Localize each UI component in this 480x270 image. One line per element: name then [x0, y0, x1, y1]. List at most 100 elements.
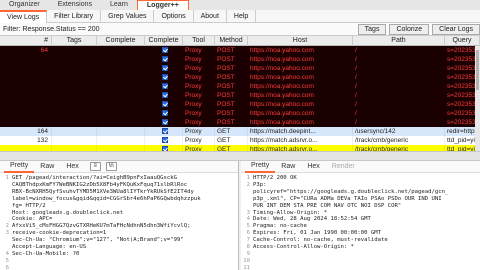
line-number: 5: [246, 223, 250, 230]
table-row[interactable]: Proxy POST https://noa.yahoo.com / s=2023538…: [0, 100, 480, 109]
table-row[interactable]: Proxy POST https://noa.yahoo.com / s=2023538…: [0, 64, 480, 73]
colorize-button[interactable]: Colorize: [389, 23, 430, 35]
request-tab-hex[interactable]: Hex: [60, 161, 84, 173]
column-header-query[interactable]: Query: [445, 36, 480, 46]
tab-about[interactable]: About: [194, 10, 227, 23]
table-row[interactable]: Proxy POST https://noa.yahoo.com / s=2023538…: [0, 82, 480, 91]
row-complete-check: [145, 82, 183, 91]
tab-options[interactable]: Options: [154, 10, 194, 23]
tab-extensions[interactable]: Extensions: [49, 0, 101, 10]
code-line: Timing-Allow-Origin: *: [253, 209, 328, 216]
column-header-number[interactable]: #: [0, 36, 52, 46]
pane-splitter[interactable]: [0, 151, 480, 161]
line-number: 3: [246, 209, 250, 216]
request-tab-bar: Pretty Raw Hex ≡ \n: [0, 161, 238, 173]
line-number: 5: [5, 257, 9, 264]
filter-input[interactable]: Filter: Response.Status == 200: [0, 26, 355, 33]
response-tab-render[interactable]: Render: [326, 161, 361, 173]
complete-checkbox[interactable]: [161, 101, 168, 107]
newline-toggle-icon[interactable]: \n: [105, 162, 117, 171]
row-tool: Proxy: [183, 118, 215, 127]
complete-checkbox[interactable]: [161, 128, 168, 134]
column-header-method[interactable]: Method: [215, 36, 248, 46]
complete-checkbox[interactable]: [161, 83, 168, 89]
request-line-numbers: 1 23 456: [0, 175, 12, 270]
list-icon[interactable]: ≡: [89, 162, 101, 171]
tab-learn[interactable]: Learn: [101, 0, 137, 10]
response-editor[interactable]: 12 3 4 5 6 7 8 9 10 11 HTTP/2 200 OK P3p: policyre…: [241, 173, 480, 270]
table-row[interactable]: Proxy POST https://noa.yahoo.com / s=2023538…: [0, 118, 480, 127]
table-scrollbar[interactable]: [475, 46, 480, 151]
code-line: Sec-Ch-Ua: "Chromium";v="127", "Not)A;Br…: [12, 237, 184, 244]
row-complete: [97, 127, 145, 136]
tab-filter-library[interactable]: Filter Library: [47, 10, 102, 23]
row-number: [0, 91, 52, 100]
table-row[interactable]: 64 Proxy POST https://noa.yahoo.com / s=20235…: [0, 46, 480, 55]
row-method: POST: [215, 100, 248, 109]
row-method: POST: [215, 73, 248, 82]
complete-checkbox[interactable]: [161, 137, 168, 143]
complete-checkbox[interactable]: [161, 47, 168, 53]
table-row[interactable]: Proxy POST https://noa.yahoo.com / s=2023538…: [0, 73, 480, 82]
response-pane: Pretty Raw Hex Render 12 3 4 5 6 7 8 9 10 11 HTT…: [241, 161, 480, 270]
complete-checkbox[interactable]: [161, 119, 168, 125]
line-number: [0, 237, 9, 244]
tab-logger[interactable]: Logger++: [136, 0, 189, 10]
clear-logs-button[interactable]: Clear Logs: [432, 23, 480, 35]
request-tab-raw[interactable]: Raw: [34, 161, 60, 173]
tab-grep-values[interactable]: Grep Values: [101, 10, 155, 23]
row-complete: [97, 82, 145, 91]
row-complete: [97, 136, 145, 145]
line-number: 1: [246, 175, 250, 181]
table-row[interactable]: Proxy POST https://noa.yahoo.com / s=2023538…: [0, 55, 480, 64]
response-line-numbers: 12 3 4 5 6 7 8 9 10 11: [241, 175, 253, 270]
row-number: [0, 109, 52, 118]
column-header-complete[interactable]: Complete: [97, 36, 145, 46]
row-complete: [97, 109, 145, 118]
row-host: https://noa.yahoo.com: [248, 55, 353, 64]
column-header-complete-check[interactable]: Complete: [145, 36, 183, 46]
line-number: 6: [5, 264, 9, 270]
tab-organizer[interactable]: Organizer: [0, 0, 49, 10]
column-header-tool[interactable]: Tool: [183, 36, 215, 46]
table-row[interactable]: 132 Proxy GET https://match.adsrvr.o.../tra…: [0, 136, 480, 145]
tags-button[interactable]: Tags: [357, 23, 387, 35]
row-path: /: [353, 82, 445, 91]
column-header-host[interactable]: Host: [248, 36, 353, 46]
request-tab-pretty[interactable]: Pretty: [4, 161, 35, 173]
tab-view-logs[interactable]: View Logs: [0, 10, 48, 23]
complete-checkbox[interactable]: [161, 65, 168, 71]
complete-checkbox[interactable]: [161, 74, 168, 80]
row-tool: Proxy: [183, 46, 215, 55]
table-row[interactable]: Proxy POST https://noa.yahoo.com / s=2023538…: [0, 109, 480, 118]
code-line: PUR INT DEM STA PRE COM NAV OTC NOI DSP …: [253, 202, 402, 209]
column-header-tags[interactable]: Tags: [52, 36, 97, 46]
row-path: /: [353, 55, 445, 64]
row-number: [0, 82, 52, 91]
table-row[interactable]: Proxy POST https://noa.yahoo.com / s=2023538…: [0, 91, 480, 100]
response-tab-hex[interactable]: Hex: [301, 161, 325, 173]
column-header-path[interactable]: Path: [353, 36, 445, 46]
tab-help[interactable]: Help: [227, 10, 257, 23]
request-editor[interactable]: 1 23 456 GET /pagead/interaction/?ai=Cei…: [0, 173, 238, 270]
complete-checkbox[interactable]: [161, 56, 168, 62]
table-row[interactable]: 164 Proxy GET https://match.deepint.../user…: [0, 127, 480, 136]
row-tags: [52, 136, 97, 145]
response-tab-raw[interactable]: Raw: [275, 161, 301, 173]
response-tab-pretty[interactable]: Pretty: [245, 161, 276, 173]
complete-checkbox[interactable]: [161, 110, 168, 116]
row-method: POST: [215, 118, 248, 127]
row-complete-check: [145, 109, 183, 118]
line-number: 7: [246, 237, 250, 244]
row-complete-check: [145, 100, 183, 109]
line-number: 11: [243, 264, 250, 270]
code-line: receive-cookie-deprecation=1: [12, 230, 107, 237]
code-line: Cookie: APC=: [12, 216, 53, 223]
row-complete-check: [145, 127, 183, 136]
line-number: [0, 210, 9, 217]
complete-checkbox[interactable]: [161, 92, 168, 98]
row-path: /: [353, 91, 445, 100]
row-path: /: [353, 118, 445, 127]
row-tags: [52, 64, 97, 73]
line-number: [0, 196, 9, 203]
